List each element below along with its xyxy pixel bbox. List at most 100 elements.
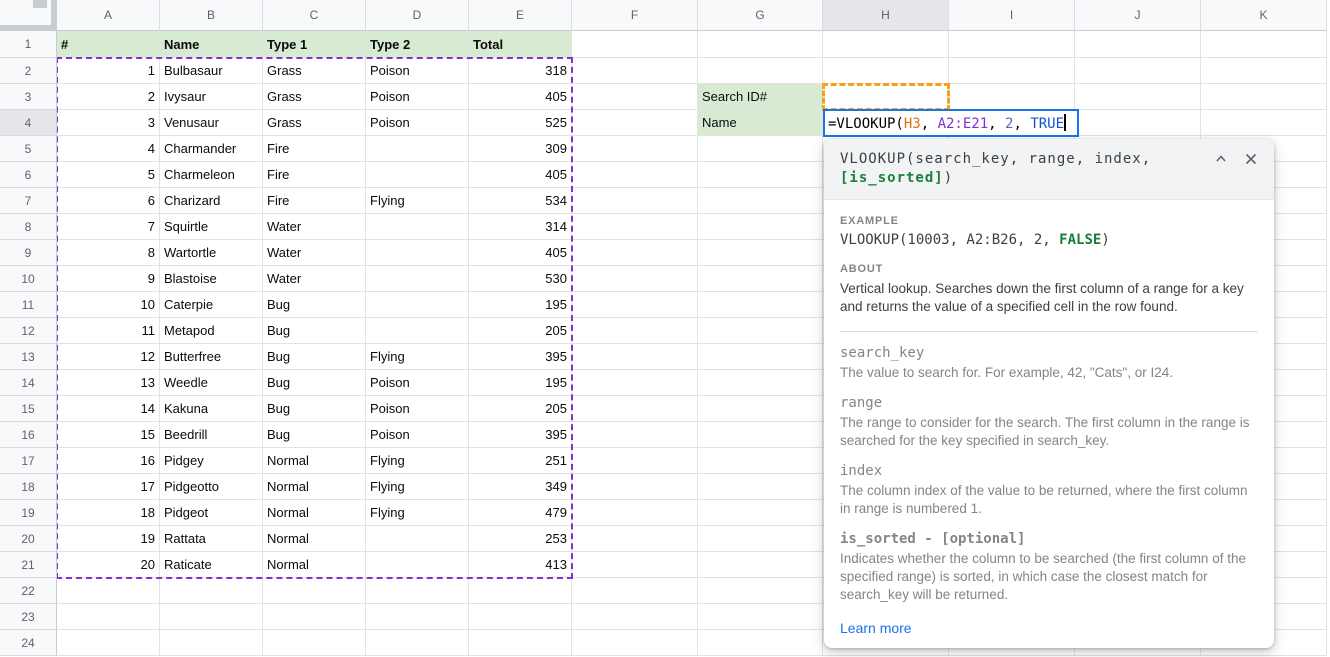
cell-A4[interactable]: 3 — [57, 110, 160, 136]
cell-F17[interactable] — [572, 448, 698, 474]
cell-J2[interactable] — [1075, 58, 1201, 84]
cell-G10[interactable] — [698, 266, 823, 292]
cell-F21[interactable] — [572, 552, 698, 578]
cell-B1[interactable]: Name — [160, 31, 263, 58]
cell-B24[interactable] — [160, 630, 263, 656]
cell-C23[interactable] — [263, 604, 366, 630]
column-header-A[interactable]: A — [57, 0, 160, 31]
cell-A18[interactable]: 17 — [57, 474, 160, 500]
row-header-3[interactable]: 3 — [0, 84, 57, 110]
cell-I2[interactable] — [949, 58, 1075, 84]
cell-C6[interactable]: Fire — [263, 162, 366, 188]
collapse-icon[interactable] — [1214, 152, 1228, 166]
cell-G6[interactable] — [698, 162, 823, 188]
cell-B7[interactable]: Charizard — [160, 188, 263, 214]
cell-D13[interactable]: Flying — [366, 344, 469, 370]
cell-E24[interactable] — [469, 630, 572, 656]
cell-F10[interactable] — [572, 266, 698, 292]
cell-F20[interactable] — [572, 526, 698, 552]
cell-I1[interactable] — [949, 31, 1075, 58]
cell-A6[interactable]: 5 — [57, 162, 160, 188]
cell-D9[interactable] — [366, 240, 469, 266]
cell-C7[interactable]: Fire — [263, 188, 366, 214]
cell-G1[interactable] — [698, 31, 823, 58]
cell-F14[interactable] — [572, 370, 698, 396]
cell-B15[interactable]: Kakuna — [160, 396, 263, 422]
cell-G16[interactable] — [698, 422, 823, 448]
cell-E12[interactable]: 205 — [469, 318, 572, 344]
cell-F11[interactable] — [572, 292, 698, 318]
column-header-I[interactable]: I — [949, 0, 1075, 31]
row-header-18[interactable]: 18 — [0, 474, 57, 500]
cell-B16[interactable]: Beedrill — [160, 422, 263, 448]
cell-E17[interactable]: 251 — [469, 448, 572, 474]
column-header-J[interactable]: J — [1075, 0, 1201, 31]
cell-D16[interactable]: Poison — [366, 422, 469, 448]
cell-C9[interactable]: Water — [263, 240, 366, 266]
cell-E20[interactable]: 253 — [469, 526, 572, 552]
cell-H2[interactable] — [823, 58, 949, 84]
cell-E16[interactable]: 395 — [469, 422, 572, 448]
cell-C15[interactable]: Bug — [263, 396, 366, 422]
cell-F23[interactable] — [572, 604, 698, 630]
cell-D21[interactable] — [366, 552, 469, 578]
cell-D20[interactable] — [366, 526, 469, 552]
cell-A19[interactable]: 18 — [57, 500, 160, 526]
cell-E4[interactable]: 525 — [469, 110, 572, 136]
cell-C11[interactable]: Bug — [263, 292, 366, 318]
cell-A12[interactable]: 11 — [57, 318, 160, 344]
cell-C10[interactable]: Water — [263, 266, 366, 292]
cell-A9[interactable]: 8 — [57, 240, 160, 266]
row-header-23[interactable]: 23 — [0, 604, 57, 630]
cell-B4[interactable]: Venusaur — [160, 110, 263, 136]
cell-G17[interactable] — [698, 448, 823, 474]
cell-E14[interactable]: 195 — [469, 370, 572, 396]
cell-A8[interactable]: 7 — [57, 214, 160, 240]
cell-C19[interactable]: Normal — [263, 500, 366, 526]
row-header-13[interactable]: 13 — [0, 344, 57, 370]
cell-E15[interactable]: 205 — [469, 396, 572, 422]
column-header-D[interactable]: D — [366, 0, 469, 31]
cell-G23[interactable] — [698, 604, 823, 630]
cell-G11[interactable] — [698, 292, 823, 318]
learn-more-link[interactable]: Learn more — [840, 620, 912, 636]
cell-D12[interactable] — [366, 318, 469, 344]
row-header-8[interactable]: 8 — [0, 214, 57, 240]
cell-B17[interactable]: Pidgey — [160, 448, 263, 474]
cell-K2[interactable] — [1201, 58, 1327, 84]
cell-A22[interactable] — [57, 578, 160, 604]
cell-E18[interactable]: 349 — [469, 474, 572, 500]
cell-A14[interactable]: 13 — [57, 370, 160, 396]
cell-A16[interactable]: 15 — [57, 422, 160, 448]
cell-B6[interactable]: Charmeleon — [160, 162, 263, 188]
cell-K1[interactable] — [1201, 31, 1327, 58]
cell-G20[interactable] — [698, 526, 823, 552]
cell-C20[interactable]: Normal — [263, 526, 366, 552]
cell-D6[interactable] — [366, 162, 469, 188]
cell-G13[interactable] — [698, 344, 823, 370]
row-header-1[interactable]: 1 — [0, 31, 57, 58]
cell-A21[interactable]: 20 — [57, 552, 160, 578]
cell-F9[interactable] — [572, 240, 698, 266]
cell-G14[interactable] — [698, 370, 823, 396]
cell-D4[interactable]: Poison — [366, 110, 469, 136]
cell-D10[interactable] — [366, 266, 469, 292]
cell-D11[interactable] — [366, 292, 469, 318]
column-header-G[interactable]: G — [698, 0, 823, 31]
cell-B12[interactable]: Metapod — [160, 318, 263, 344]
cell-B10[interactable]: Blastoise — [160, 266, 263, 292]
cell-D15[interactable]: Poison — [366, 396, 469, 422]
cell-G18[interactable] — [698, 474, 823, 500]
cell-C14[interactable]: Bug — [263, 370, 366, 396]
row-header-2[interactable]: 2 — [0, 58, 57, 84]
row-header-5[interactable]: 5 — [0, 136, 57, 162]
cell-D23[interactable] — [366, 604, 469, 630]
row-header-20[interactable]: 20 — [0, 526, 57, 552]
column-header-C[interactable]: C — [263, 0, 366, 31]
cell-D2[interactable]: Poison — [366, 58, 469, 84]
cell-G22[interactable] — [698, 578, 823, 604]
cell-A15[interactable]: 14 — [57, 396, 160, 422]
close-icon[interactable] — [1244, 152, 1258, 166]
cell-B8[interactable]: Squirtle — [160, 214, 263, 240]
cell-F8[interactable] — [572, 214, 698, 240]
